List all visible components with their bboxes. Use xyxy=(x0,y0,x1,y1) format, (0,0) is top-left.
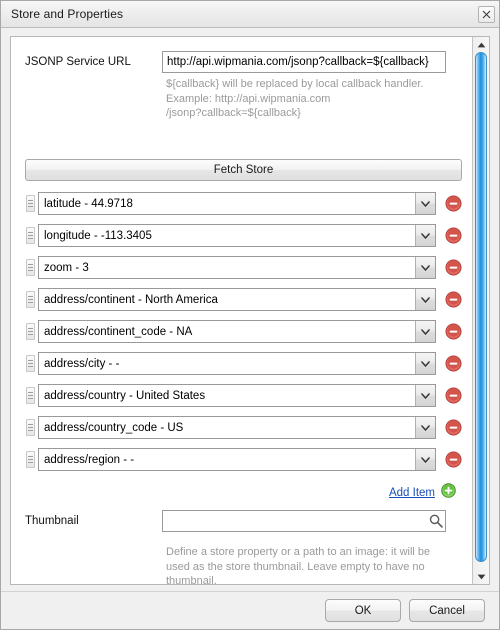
drag-handle-icon[interactable] xyxy=(26,195,35,212)
chevron-down-icon[interactable] xyxy=(415,449,435,470)
remove-property-button[interactable] xyxy=(445,355,462,372)
property-row: address/continent - North America xyxy=(11,288,472,312)
scroll-panel-wrapper: JSONP Service URL ${callback} will be re… xyxy=(1,28,499,591)
add-item-row: Add Item xyxy=(389,483,456,503)
drag-handle-icon[interactable] xyxy=(26,323,35,340)
property-combo[interactable]: address/region - - xyxy=(38,448,436,471)
title-bar: Store and Properties xyxy=(1,1,499,28)
property-value: address/continent - North America xyxy=(44,293,218,306)
search-icon[interactable] xyxy=(428,513,444,529)
property-combo[interactable]: latitude - 44.9718 xyxy=(38,192,436,215)
form-content: JSONP Service URL ${callback} will be re… xyxy=(11,37,472,584)
remove-property-button[interactable] xyxy=(445,227,462,244)
remove-property-button[interactable] xyxy=(445,451,462,468)
add-item-button[interactable]: Add Item xyxy=(389,487,435,499)
jsonp-url-input[interactable] xyxy=(162,51,446,73)
drag-handle-icon[interactable] xyxy=(26,259,35,276)
property-row: address/region - - xyxy=(11,448,472,472)
drag-handle-icon[interactable] xyxy=(26,451,35,468)
drag-handle-icon[interactable] xyxy=(26,227,35,244)
remove-property-button[interactable] xyxy=(445,323,462,340)
thumbnail-row: Thumbnail xyxy=(11,510,472,540)
jsonp-url-hint: ${callback} will be replaced by local ca… xyxy=(166,78,424,119)
property-list: latitude - 44.9718 longitude - -113.3405… xyxy=(11,192,472,480)
scroll-up-arrow-icon[interactable] xyxy=(473,37,489,52)
close-icon[interactable] xyxy=(478,5,495,23)
page-title: Store and Properties xyxy=(11,7,124,21)
thumbnail-label: Thumbnail xyxy=(25,515,79,527)
property-value: address/region - - xyxy=(44,453,135,466)
property-value: address/continent_code - NA xyxy=(44,325,193,338)
ok-button[interactable]: OK xyxy=(325,599,401,622)
close-glyph xyxy=(482,10,491,18)
drag-handle-icon[interactable] xyxy=(26,291,35,308)
scroll-down-arrow-icon[interactable] xyxy=(473,569,489,584)
property-row: address/continent_code - NA xyxy=(11,320,472,344)
property-value: latitude - 44.9718 xyxy=(44,197,133,210)
drag-handle-icon[interactable] xyxy=(26,387,35,404)
chevron-down-icon[interactable] xyxy=(415,225,435,246)
chevron-down-icon[interactable] xyxy=(415,289,435,310)
property-value: zoom - 3 xyxy=(44,261,89,274)
property-combo[interactable]: address/continent_code - NA xyxy=(38,320,436,343)
property-combo[interactable]: address/country - United States xyxy=(38,384,436,407)
scrollbar-track[interactable] xyxy=(473,52,489,569)
remove-property-button[interactable] xyxy=(445,387,462,404)
remove-property-button[interactable] xyxy=(445,259,462,276)
chevron-down-icon[interactable] xyxy=(415,353,435,374)
property-combo[interactable]: longitude - -113.3405 xyxy=(38,224,436,247)
property-combo[interactable]: address/city - - xyxy=(38,352,436,375)
property-row: longitude - -113.3405 xyxy=(11,224,472,248)
cancel-button[interactable]: Cancel xyxy=(409,599,485,622)
thumbnail-hint: Define a store property or a path to an … xyxy=(166,546,431,584)
chevron-down-icon[interactable] xyxy=(415,321,435,342)
chevron-down-icon[interactable] xyxy=(415,417,435,438)
property-value: address/city - - xyxy=(44,357,120,370)
thumbnail-input[interactable] xyxy=(162,510,446,532)
property-row: address/city - - xyxy=(11,352,472,376)
vertical-scrollbar[interactable] xyxy=(472,37,489,584)
drag-handle-icon[interactable] xyxy=(26,355,35,372)
property-value: address/country - United States xyxy=(44,389,206,402)
property-row: address/country - United States xyxy=(11,384,472,408)
property-row: address/country_code - US xyxy=(11,416,472,440)
plus-circle-icon[interactable] xyxy=(441,483,456,503)
property-row: latitude - 44.9718 xyxy=(11,192,472,216)
jsonp-url-label: JSONP Service URL xyxy=(25,56,131,68)
property-value: longitude - -113.3405 xyxy=(44,229,152,242)
property-combo[interactable]: address/continent - North America xyxy=(38,288,436,311)
scrollbar-thumb[interactable] xyxy=(475,52,487,562)
property-value: address/country_code - US xyxy=(44,421,184,434)
dialog-footer: OK Cancel xyxy=(1,591,499,629)
property-combo[interactable]: zoom - 3 xyxy=(38,256,436,279)
remove-property-button[interactable] xyxy=(445,195,462,212)
chevron-down-icon[interactable] xyxy=(415,193,435,214)
chevron-down-icon[interactable] xyxy=(415,257,435,278)
property-combo[interactable]: address/country_code - US xyxy=(38,416,436,439)
remove-property-button[interactable] xyxy=(445,291,462,308)
store-and-properties-dialog: Store and Properties JSONP Service URL $… xyxy=(0,0,500,630)
remove-property-button[interactable] xyxy=(445,419,462,436)
scroll-panel: JSONP Service URL ${callback} will be re… xyxy=(10,36,490,585)
fetch-store-button[interactable]: Fetch Store xyxy=(25,159,462,181)
drag-handle-icon[interactable] xyxy=(26,419,35,436)
chevron-down-icon[interactable] xyxy=(415,385,435,406)
property-row: zoom - 3 xyxy=(11,256,472,280)
